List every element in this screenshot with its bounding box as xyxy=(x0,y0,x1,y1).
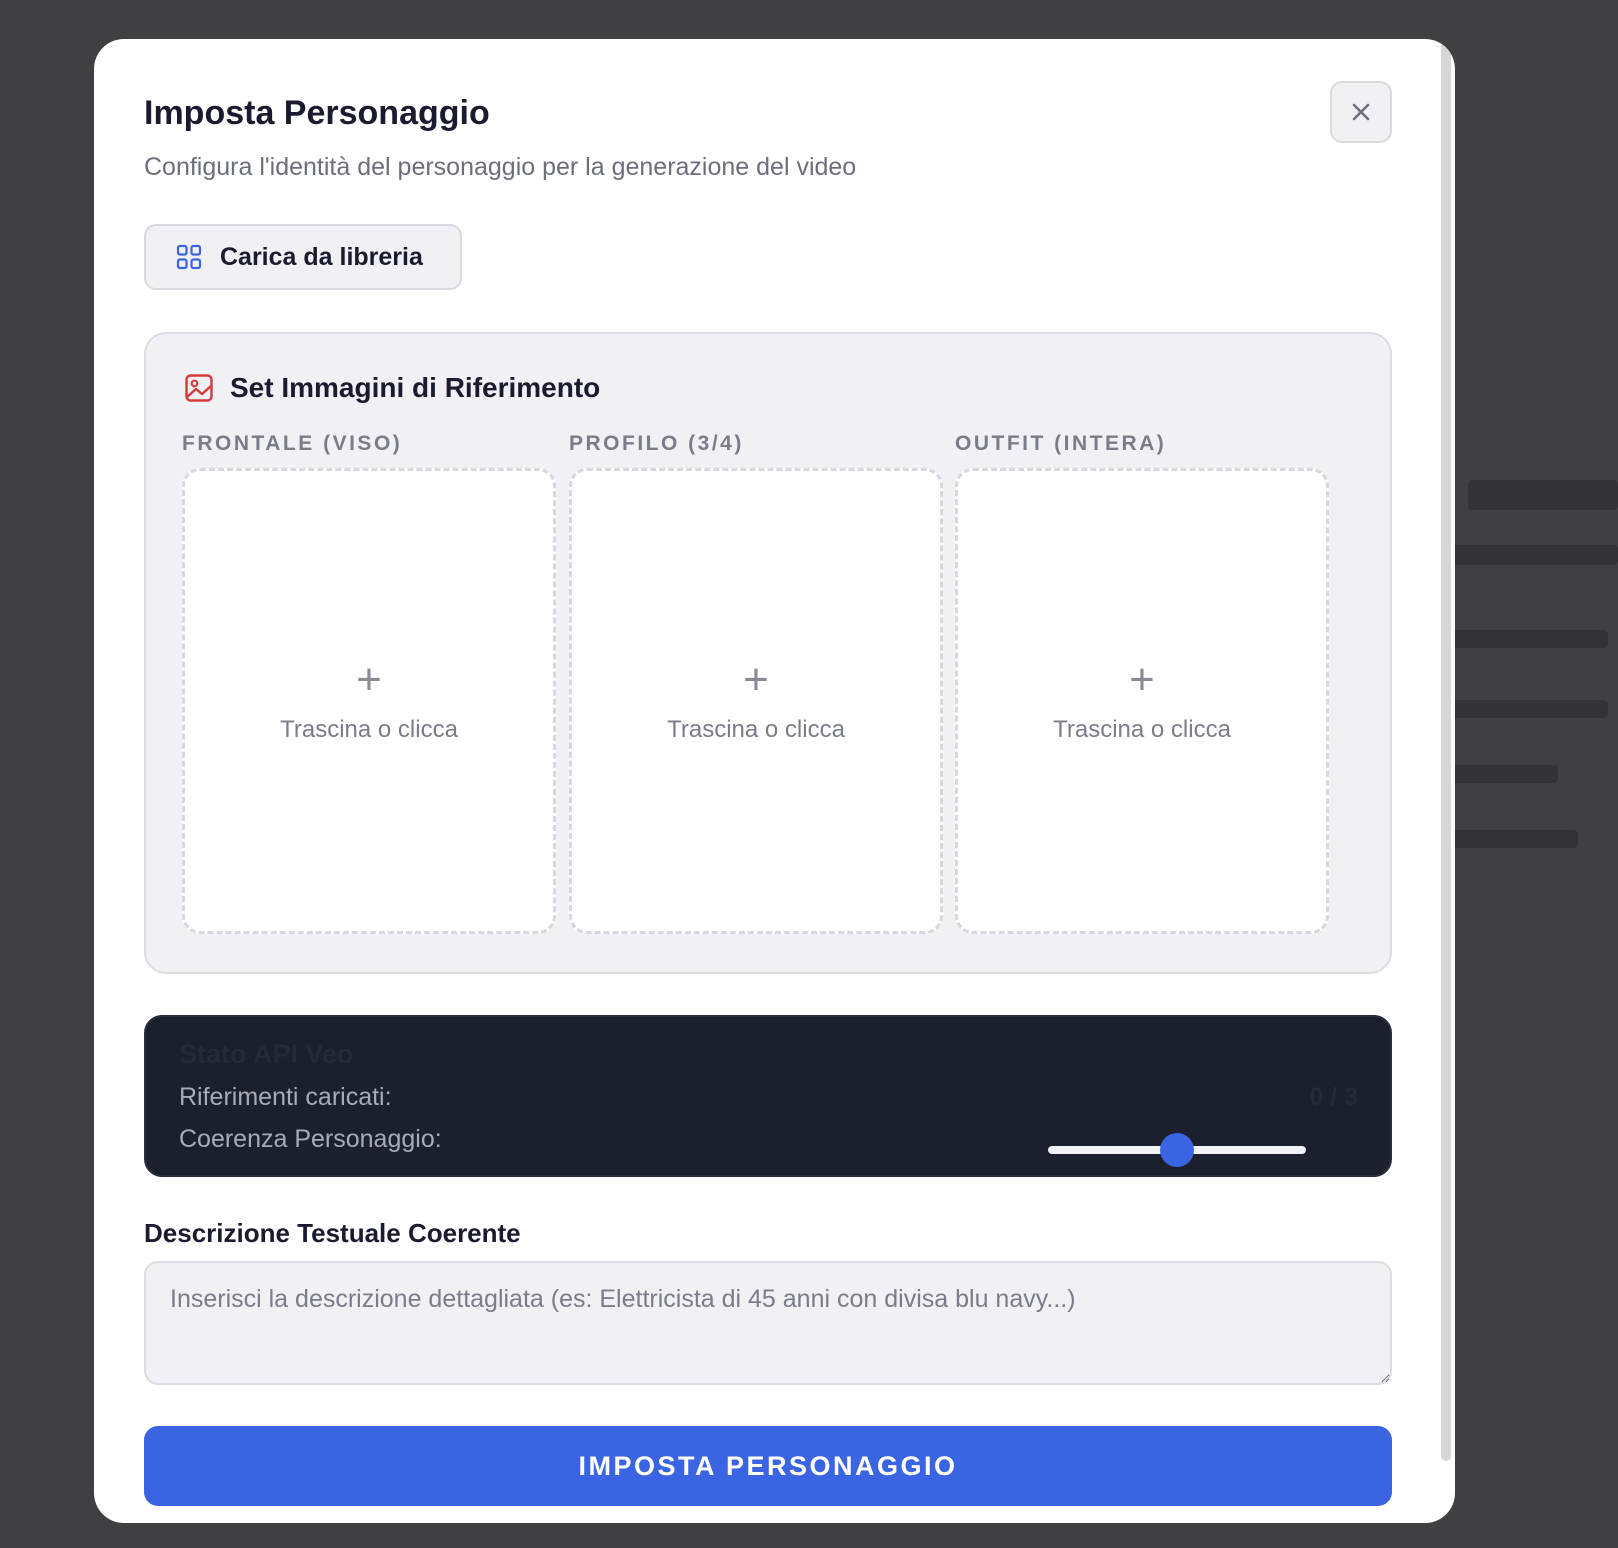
reference-images-panel: Set Immagini di Riferimento FRONTALE (VI… xyxy=(144,332,1392,974)
load-from-library-button[interactable]: Carica da libreria xyxy=(144,224,462,290)
upload-dropzone-profile[interactable]: + Trascina o clicca xyxy=(569,468,943,934)
slot-profile: PROFILO (3/4) + Trascina o clicca xyxy=(569,432,943,934)
references-loaded-label: Riferimenti caricati: xyxy=(179,1083,392,1111)
slot-frontal: FRONTALE (VISO) + Trascina o clicca xyxy=(182,432,556,934)
modal-title: Imposta Personaggio xyxy=(144,94,490,132)
upload-dropzone-outfit[interactable]: + Trascina o clicca xyxy=(955,468,1329,934)
modal-subtitle: Configura l'identità del personaggio per… xyxy=(144,153,857,181)
character-modal: Imposta Personaggio Configura l'identità… xyxy=(94,39,1455,1523)
slider-thumb[interactable] xyxy=(1160,1133,1194,1167)
slot-label: FRONTALE (VISO) xyxy=(182,432,403,455)
reference-images-header: Set Immagini di Riferimento xyxy=(184,372,600,404)
dropzone-hint: Trascina o clicca xyxy=(280,716,458,743)
close-icon xyxy=(1352,103,1370,121)
set-character-button[interactable]: IMPOSTA PERSONAGGIO xyxy=(144,1426,1392,1506)
close-button[interactable] xyxy=(1330,81,1392,143)
modal-scrollbar[interactable] xyxy=(1441,41,1451,1461)
grid-icon xyxy=(176,244,202,270)
dropzone-hint: Trascina o clicca xyxy=(1053,716,1231,743)
dropzone-hint: Trascina o clicca xyxy=(667,716,845,743)
plus-icon: + xyxy=(1129,655,1155,704)
slot-label: PROFILO (3/4) xyxy=(569,432,744,455)
plus-icon: + xyxy=(743,655,769,704)
description-label: Descrizione Testuale Coerente xyxy=(144,1218,521,1248)
plus-icon: + xyxy=(356,655,382,704)
load-from-library-label: Carica da libreria xyxy=(220,242,423,271)
references-count: 0 / 3 xyxy=(1309,1083,1358,1111)
status-title: Stato API Veo xyxy=(179,1039,354,1069)
upload-dropzone-frontal[interactable]: + Trascina o clicca xyxy=(182,468,556,934)
consistency-slider[interactable] xyxy=(1048,1133,1308,1167)
slot-label: OUTFIT (INTERA) xyxy=(955,432,1167,455)
consistency-label: Coerenza Personaggio: xyxy=(179,1125,442,1153)
image-icon xyxy=(185,374,213,402)
reference-images-title: Set Immagini di Riferimento xyxy=(230,372,601,403)
description-textarea[interactable] xyxy=(144,1261,1392,1385)
slot-outfit: OUTFIT (INTERA) + Trascina o clicca xyxy=(955,432,1329,934)
